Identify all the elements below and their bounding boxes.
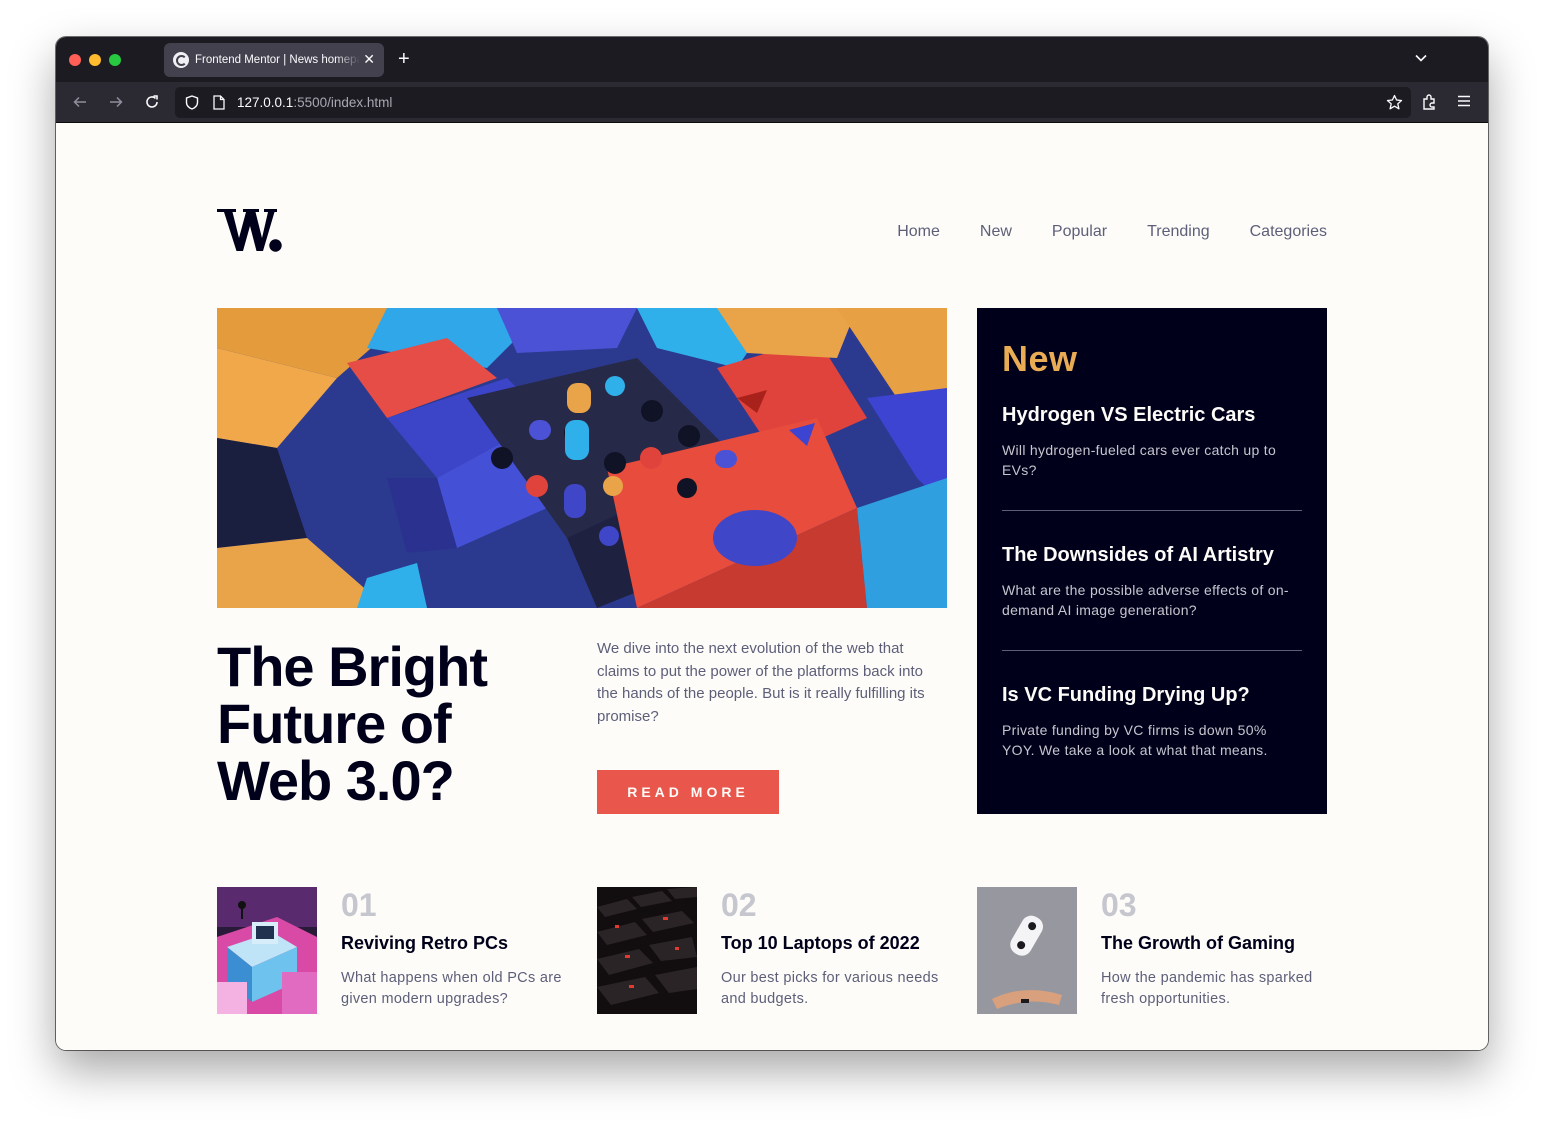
url-text: 127.0.0.1:5500/index.html — [237, 95, 392, 110]
shield-icon[interactable] — [185, 95, 199, 115]
card-description: Our best picks for various needs and bud… — [721, 970, 939, 1007]
hero-image — [217, 308, 947, 608]
site-logo[interactable] — [217, 208, 283, 257]
reload-icon[interactable] — [144, 94, 160, 114]
article-card: 03 The Growth of Gaming How the pandemic… — [977, 887, 1327, 1014]
news-item-description: What are the possible adverse effects of… — [1002, 582, 1289, 618]
hero-description: We dive into the next evolution of the w… — [597, 640, 925, 725]
chevron-down-icon[interactable] — [1414, 51, 1428, 70]
card-title[interactable]: Reviving Retro PCs — [341, 933, 508, 954]
url-bar[interactable]: 127.0.0.1:5500/index.html — [175, 87, 1411, 118]
close-window-button[interactable] — [69, 54, 81, 66]
article-card: 02 Top 10 Laptops of 2022 Our best picks… — [597, 887, 947, 1014]
list-item: Hydrogen VS Electric Cars Will hydrogen-… — [1002, 380, 1302, 511]
url-path: :5500/index.html — [293, 95, 393, 110]
hero-title: The Bright Future of Web 3.0? — [217, 635, 488, 812]
list-item: Is VC Funding Drying Up? Private funding… — [1002, 651, 1302, 790]
page-icon — [213, 95, 225, 115]
forward-arrow-icon[interactable] — [108, 94, 124, 114]
card-title[interactable]: Top 10 Laptops of 2022 — [721, 933, 920, 954]
browser-tab[interactable]: Frontend Mentor | News homepage ✕ — [164, 43, 384, 77]
card-number: 03 — [1101, 887, 1137, 923]
gaming-thumbnail — [977, 887, 1077, 1014]
tab-strip: Frontend Mentor | News homepage ✕ + — [56, 37, 1488, 82]
nav-link-new[interactable]: New — [980, 223, 1012, 241]
new-section-title: New — [1002, 338, 1078, 379]
news-item-title[interactable]: Is VC Funding Drying Up? — [1002, 682, 1302, 708]
navigation-toolbar: 127.0.0.1:5500/index.html — [56, 82, 1488, 123]
card-number: 01 — [341, 887, 377, 923]
nav-link-home[interactable]: Home — [897, 223, 940, 241]
laptops-thumbnail — [597, 887, 697, 1014]
main-navigation: Home New Popular Trending Categories — [897, 223, 1327, 241]
maximize-window-button[interactable] — [109, 54, 121, 66]
new-articles-panel: New Hydrogen VS Electric Cars Will hydro… — [977, 308, 1327, 814]
minimize-window-button[interactable] — [89, 54, 101, 66]
news-item-title[interactable]: Hydrogen VS Electric Cars — [1002, 402, 1302, 428]
tab-title: Frontend Mentor | News homepage — [195, 54, 360, 66]
star-icon[interactable] — [1386, 94, 1403, 116]
article-card: 01 Reviving Retro PCs What happens when … — [217, 887, 567, 1014]
news-item-description: Private funding by VC firms is down 50% … — [1002, 722, 1268, 758]
extensions-icon[interactable] — [1420, 93, 1438, 116]
close-icon[interactable]: ✕ — [363, 51, 375, 68]
card-description: How the pandemic has sparked fresh oppor… — [1101, 970, 1313, 1007]
card-title[interactable]: The Growth of Gaming — [1101, 933, 1295, 954]
url-host: 127.0.0.1 — [237, 95, 294, 110]
browser-window: Frontend Mentor | News homepage ✕ + 127.… — [56, 37, 1488, 1050]
back-arrow-icon[interactable] — [72, 94, 88, 114]
hamburger-menu-icon[interactable] — [1456, 93, 1472, 114]
retro-pcs-thumbnail — [217, 887, 317, 1014]
card-number: 02 — [721, 887, 757, 923]
favicon-icon — [173, 52, 189, 68]
page-content: Home New Popular Trending Categories The… — [56, 123, 1488, 1050]
news-item-title[interactable]: The Downsides of AI Artistry — [1002, 542, 1302, 568]
nav-link-popular[interactable]: Popular — [1052, 223, 1107, 241]
news-item-description: Will hydrogen-fueled cars ever catch up … — [1002, 442, 1277, 478]
nav-link-trending[interactable]: Trending — [1147, 223, 1210, 241]
list-item: The Downsides of AI Artistry What are th… — [1002, 511, 1302, 651]
read-more-button[interactable]: READ MORE — [597, 770, 779, 814]
nav-link-categories[interactable]: Categories — [1250, 223, 1327, 241]
plus-icon[interactable]: + — [398, 48, 410, 70]
card-description: What happens when old PCs are given mode… — [341, 970, 562, 1007]
